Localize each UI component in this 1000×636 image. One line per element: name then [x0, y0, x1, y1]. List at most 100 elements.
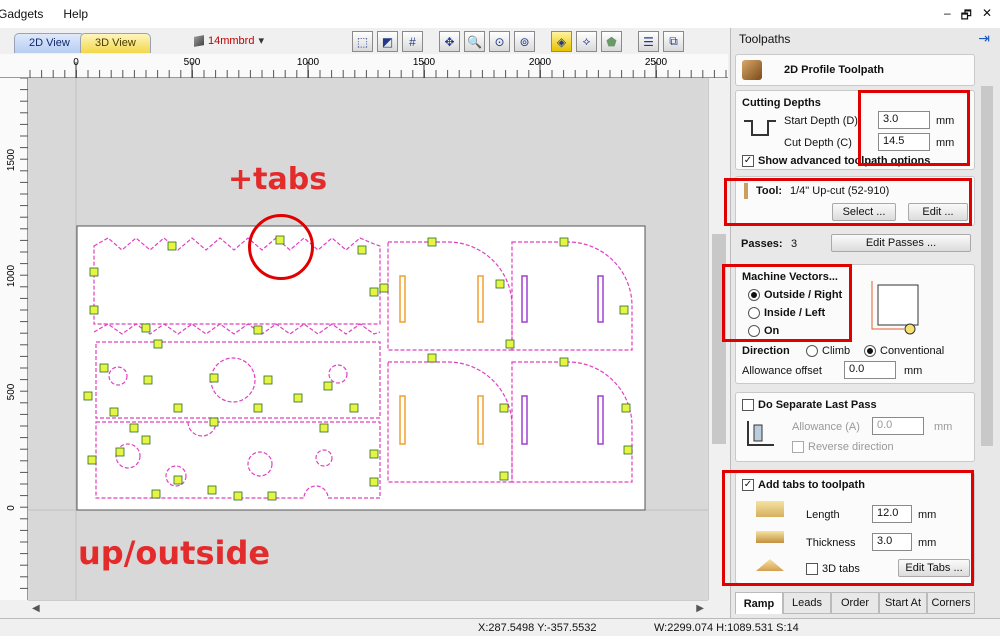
ruler-left-label: 1000	[6, 264, 17, 287]
ruler-left-label: 500	[6, 383, 17, 400]
menu-help[interactable]: Help	[53, 7, 98, 21]
minimize-button[interactable]: –	[944, 6, 951, 27]
panel-scrollbar[interactable]	[977, 78, 997, 598]
reverse-direction-checkbox[interactable]	[792, 441, 804, 453]
climb-label: Climb	[822, 345, 851, 357]
tab-marker	[89, 305, 99, 315]
grid-icon[interactable]: #	[402, 31, 423, 52]
separate-last-pass-group: Do Separate Last Pass Allowance (A) 0.0 …	[735, 392, 975, 462]
tab-marker	[253, 403, 263, 413]
zoom-extents-icon[interactable]: ⊙	[489, 31, 510, 52]
tab-marker	[349, 403, 359, 413]
passes-label: Passes:	[741, 238, 783, 250]
tab-marker	[143, 375, 153, 385]
toolpath-display-icon[interactable]: ⟡	[576, 31, 597, 52]
highlight-machine-vectors-box	[722, 264, 852, 342]
scroll-right-icon[interactable]: ▶	[696, 603, 704, 614]
tab-order[interactable]: Order	[831, 592, 879, 614]
close-button[interactable]: ✕	[982, 6, 992, 27]
tab-marker	[263, 375, 273, 385]
view-toolbar: 2D View 3D View 14mmbrd ▾ ⬚ ◩ # ✥ 🔍 ⊙ ⊚ …	[0, 28, 728, 54]
toolpath-preview-icon[interactable]: ◈	[551, 31, 572, 52]
selection-dimensions: W:2299.074 H:1089.531 S:14	[654, 622, 799, 634]
toolpath-type-title: 2D Profile Toolpath	[784, 64, 885, 76]
tab-marker	[153, 339, 163, 349]
zoom-selection-icon[interactable]: ⊚	[514, 31, 535, 52]
tab-marker	[369, 287, 379, 297]
depth-diagram-icon	[744, 120, 776, 136]
draw-shape-icon[interactable]: ◩	[377, 31, 398, 52]
tab-marker	[369, 477, 379, 487]
options-tabs: Ramp Leads Order Start At Corners	[735, 592, 975, 614]
allowance-offset-unit: mm	[904, 365, 923, 377]
material-selector[interactable]: 14mmbrd ▾	[194, 34, 264, 47]
cutting-depths-title: Cutting Depths	[742, 97, 821, 109]
tab-2d-view[interactable]: 2D View	[14, 33, 85, 53]
window-controls: – 🗗 ✕	[944, 6, 992, 27]
tabs-highlight-circle	[248, 214, 314, 280]
tab-marker	[207, 485, 217, 495]
tab-marker	[293, 393, 303, 403]
tab-marker	[209, 417, 219, 427]
ruler-top-label: 2500	[645, 57, 668, 68]
tab-marker	[499, 403, 509, 413]
tab-marker	[369, 449, 379, 459]
separate-last-pass-checkbox[interactable]	[742, 399, 754, 411]
direction-label: Direction	[742, 345, 790, 357]
tab-3d-view[interactable]: 3D View	[80, 33, 151, 53]
ruler-left-ticks: 1500 1000 500 0	[6, 77, 28, 589]
ruler-top-ticks: 0 500 1000 1500 2000 2500	[29, 57, 727, 78]
start-depth-label: Start Depth (D)	[784, 115, 858, 127]
edit-passes-button[interactable]: Edit Passes ...	[831, 234, 971, 252]
layers-icon[interactable]: ☰	[638, 31, 659, 52]
allowance-offset-input[interactable]: 0.0	[844, 361, 896, 379]
tab-marker	[499, 471, 509, 481]
tab-marker	[619, 305, 629, 315]
restore-button[interactable]: 🗗	[961, 6, 972, 27]
view-toolbar-icons: ⬚ ◩ # ✥ 🔍 ⊙ ⊚ ◈ ⟡ ⬟ ☰ ⧉	[352, 31, 684, 52]
pan-icon[interactable]: ✥	[439, 31, 460, 52]
tab-corners[interactable]: Corners	[927, 592, 975, 614]
menu-gadgets[interactable]: Gadgets	[0, 7, 53, 21]
tab-leads[interactable]: Leads	[783, 592, 831, 614]
ruler-left-label: 1500	[6, 148, 17, 171]
tab-marker	[87, 455, 97, 465]
last-pass-allowance-input[interactable]: 0.0	[872, 417, 924, 435]
tab-marker	[621, 403, 631, 413]
material-cube-icon	[194, 34, 204, 47]
ruler-top-label: 0	[73, 57, 79, 68]
toolpath-drawing	[28, 78, 708, 600]
radio-climb[interactable]	[806, 345, 818, 357]
tab-marker	[427, 353, 437, 363]
highlight-depths-box	[858, 90, 970, 166]
select-vector-icon[interactable]: ⬚	[352, 31, 373, 52]
zoom-box-icon[interactable]: 🔍	[464, 31, 485, 52]
canvas-horizontal-scrollbar[interactable]: ◀ ▶	[28, 600, 708, 618]
tab-marker	[209, 373, 219, 383]
drawing-canvas[interactable]: +tabs up/outside	[28, 78, 708, 600]
shaded-model-icon[interactable]: ⬟	[601, 31, 622, 52]
toolpath-header: 2D Profile Toolpath	[735, 54, 975, 86]
allowance-offset-label: Allowance offset	[742, 365, 822, 377]
show-advanced-checkbox[interactable]: ✓	[742, 155, 754, 167]
tab-start-at[interactable]: Start At	[879, 592, 927, 614]
tab-marker	[99, 363, 109, 373]
tab-marker	[115, 447, 125, 457]
radio-conventional[interactable]	[864, 345, 876, 357]
passes-value: 3	[791, 238, 798, 250]
tab-marker	[233, 491, 243, 501]
panel-title: Toolpaths	[739, 32, 791, 46]
tab-marker	[319, 423, 329, 433]
conventional-label: Conventional	[880, 345, 945, 357]
cursor-coordinates: X:287.5498 Y:-357.5532	[478, 622, 597, 634]
tab-marker	[151, 489, 161, 499]
tab-ramp[interactable]: Ramp	[735, 592, 783, 614]
pin-icon[interactable]: ⇥	[978, 30, 990, 47]
tab-marker	[323, 381, 333, 391]
highlight-tabs-box	[722, 470, 974, 586]
scroll-left-icon[interactable]: ◀	[32, 603, 40, 614]
tab-marker	[173, 403, 183, 413]
last-pass-allowance-label: Allowance (A)	[792, 421, 860, 433]
split-view-icon[interactable]: ⧉	[663, 31, 684, 52]
tab-marker	[173, 475, 183, 485]
